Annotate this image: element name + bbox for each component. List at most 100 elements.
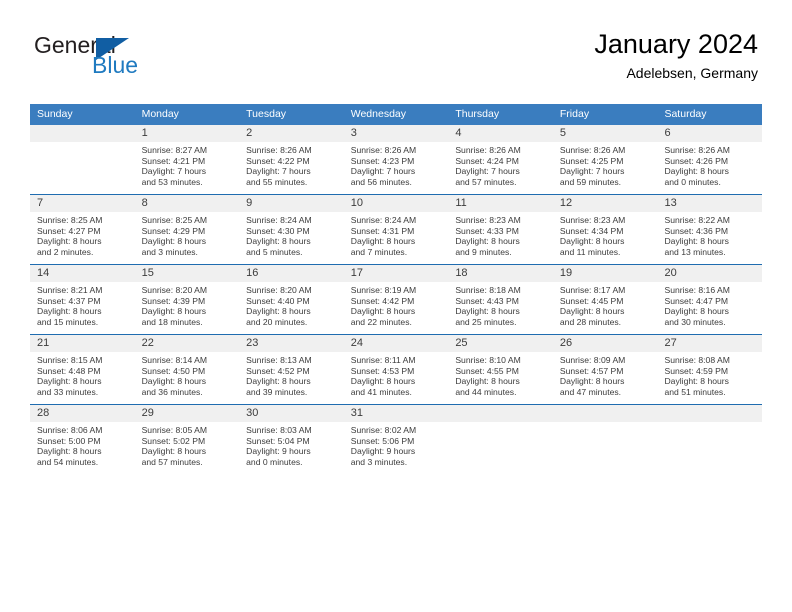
daylight-text-line2: and 36 minutes. bbox=[141, 386, 203, 397]
week-cells: 21 Sunrise: 8:15 AM Sunset: 4:48 PM Dayligh… bbox=[30, 335, 763, 404]
day-number: 13 bbox=[664, 197, 677, 209]
day-cell[interactable]: 19 Sunrise: 8:17 AM Sunset: 4:45 PM Dayligh… bbox=[552, 265, 658, 334]
day-number: 7 bbox=[37, 197, 44, 209]
day-details: Sunrise: 8:15 AM Sunset: 4:48 PM Daylight:… bbox=[30, 352, 135, 397]
day-number: 31 bbox=[350, 407, 363, 419]
day-cell[interactable]: 9 Sunrise: 8:24 AM Sunset: 4:30 PM Daylight… bbox=[239, 195, 344, 264]
day-cell[interactable]: 5 Sunrise: 8:26 AM Sunset: 4:25 PM Daylight… bbox=[552, 125, 658, 194]
sunrise-text: Sunrise: 8:06 AM bbox=[37, 425, 103, 435]
day-cell[interactable]: 2 Sunrise: 8:26 AM Sunset: 4:22 PM Daylight… bbox=[239, 125, 344, 194]
day-cell[interactable]: 29 Sunrise: 8:05 AM Sunset: 5:02 PM Dayligh… bbox=[134, 405, 240, 474]
day-cell[interactable]: 21 Sunrise: 8:15 AM Sunset: 4:48 PM Dayligh… bbox=[30, 335, 135, 404]
day-details: Sunrise: 8:02 AM Sunset: 5:06 PM Daylight:… bbox=[344, 422, 449, 467]
day-cell[interactable]: 28 Sunrise: 8:06 AM Sunset: 5:00 PM Dayligh… bbox=[30, 405, 135, 474]
day-cell[interactable]: 23 Sunrise: 8:13 AM Sunset: 4:52 PM Dayligh… bbox=[239, 335, 344, 404]
daylight-text-line2: and 3 minutes. bbox=[141, 246, 198, 257]
daylight-text-line1: Daylight: 8 hours bbox=[559, 306, 625, 317]
day-details: Sunrise: 8:05 AM Sunset: 5:02 PM Daylight:… bbox=[135, 422, 240, 467]
sunrise-text: Sunrise: 8:24 AM bbox=[350, 215, 417, 225]
day-number-band: 10 bbox=[343, 195, 449, 212]
daylight-text-line2: and 25 minutes. bbox=[455, 316, 517, 327]
day-number-band: 17 bbox=[343, 265, 449, 282]
daylight-text-line1: Daylight: 8 hours bbox=[246, 376, 311, 387]
daylight-text-line1: Daylight: 8 hours bbox=[559, 236, 625, 247]
daylight-text-line2: and 9 minutes. bbox=[455, 246, 512, 257]
daylight-text-line1: Daylight: 8 hours bbox=[141, 306, 207, 317]
sunrise-text: Sunrise: 8:23 AM bbox=[559, 215, 626, 225]
sunrise-text: Sunrise: 8:25 AM bbox=[141, 215, 208, 225]
day-cell[interactable]: 12 Sunrise: 8:23 AM Sunset: 4:34 PM Dayligh… bbox=[552, 195, 658, 264]
sunset-text: Sunset: 4:47 PM bbox=[664, 295, 729, 306]
sunset-text: Sunset: 5:04 PM bbox=[246, 435, 310, 446]
day-number-band: 23 bbox=[239, 335, 344, 352]
day-cell[interactable]: 3 Sunrise: 8:26 AM Sunset: 4:23 PM Daylight… bbox=[343, 125, 449, 194]
day-cell[interactable]: 18 Sunrise: 8:18 AM Sunset: 4:43 PM Dayligh… bbox=[448, 265, 553, 334]
sunset-text: Sunset: 4:43 PM bbox=[455, 295, 519, 306]
day-details: Sunrise: 8:25 AM Sunset: 4:29 PM Daylight:… bbox=[135, 212, 240, 257]
day-cell[interactable]: 6 Sunrise: 8:26 AM Sunset: 4:26 PM Daylight… bbox=[657, 125, 763, 194]
day-number-band: 11 bbox=[448, 195, 553, 212]
day-cell[interactable]: 25 Sunrise: 8:10 AM Sunset: 4:55 PM Dayligh… bbox=[448, 335, 553, 404]
sunset-text: Sunset: 4:40 PM bbox=[246, 295, 310, 306]
day-cell[interactable]: 24 Sunrise: 8:11 AM Sunset: 4:53 PM Dayligh… bbox=[343, 335, 449, 404]
page-header: General Blue January 2024 Adelebsen, Ger… bbox=[34, 28, 758, 90]
daylight-text-line2: and 11 minutes. bbox=[559, 246, 621, 257]
daylight-text-line2: and 53 minutes. bbox=[141, 176, 203, 187]
day-details: Sunrise: 8:08 AM Sunset: 4:59 PM Daylight:… bbox=[657, 352, 762, 397]
sunrise-text: Sunrise: 8:13 AM bbox=[246, 355, 312, 365]
weekday-header-monday: Monday bbox=[141, 108, 179, 120]
day-number-band: 28 bbox=[30, 405, 135, 422]
day-cell[interactable]: 17 Sunrise: 8:19 AM Sunset: 4:42 PM Dayligh… bbox=[343, 265, 449, 334]
sunset-text: Sunset: 4:22 PM bbox=[246, 155, 310, 166]
day-cell[interactable]: 11 Sunrise: 8:23 AM Sunset: 4:33 PM Dayligh… bbox=[448, 195, 553, 264]
sunset-text: Sunset: 4:21 PM bbox=[141, 155, 206, 166]
day-cell[interactable]: 26 Sunrise: 8:09 AM Sunset: 4:57 PM Dayligh… bbox=[552, 335, 658, 404]
day-cell[interactable]: 16 Sunrise: 8:20 AM Sunset: 4:40 PM Dayligh… bbox=[239, 265, 344, 334]
daylight-text-line2: and 47 minutes. bbox=[559, 386, 622, 397]
daylight-text-line1: Daylight: 8 hours bbox=[246, 306, 311, 317]
daylight-text-line1: Daylight: 8 hours bbox=[664, 306, 729, 317]
day-number-band: 31 bbox=[343, 405, 449, 422]
day-cell[interactable]: 14 Sunrise: 8:21 AM Sunset: 4:37 PM Dayligh… bbox=[30, 265, 135, 334]
sunset-text: Sunset: 4:27 PM bbox=[37, 225, 101, 236]
day-cell[interactable]: 20 Sunrise: 8:16 AM Sunset: 4:47 PM Dayligh… bbox=[657, 265, 763, 334]
sunset-text: Sunset: 5:00 PM bbox=[37, 435, 101, 446]
day-cell[interactable]: 4 Sunrise: 8:26 AM Sunset: 4:24 PM Daylight… bbox=[448, 125, 553, 194]
day-number-band: 26 bbox=[552, 335, 658, 352]
day-details: Sunrise: 8:26 AM Sunset: 4:25 PM Daylight:… bbox=[553, 142, 658, 187]
day-details: Sunrise: 8:20 AM Sunset: 4:40 PM Daylight:… bbox=[239, 282, 344, 327]
day-cell[interactable]: 30 Sunrise: 8:03 AM Sunset: 5:04 PM Dayligh… bbox=[239, 405, 344, 474]
day-details: Sunrise: 8:14 AM Sunset: 4:50 PM Daylight:… bbox=[135, 352, 240, 397]
day-number-band: 8 bbox=[134, 195, 240, 212]
sunrise-text: Sunrise: 8:02 AM bbox=[350, 425, 417, 435]
day-cell[interactable]: 31 Sunrise: 8:02 AM Sunset: 5:06 PM Dayligh… bbox=[343, 405, 449, 474]
sunrise-text: Sunrise: 8:22 AM bbox=[664, 215, 730, 225]
day-cell[interactable]: 7 Sunrise: 8:25 AM Sunset: 4:27 PM Daylight… bbox=[30, 195, 135, 264]
daylight-text-line2: and 0 minutes. bbox=[664, 176, 721, 187]
sunrise-text: Sunrise: 8:11 AM bbox=[350, 355, 416, 365]
day-cell[interactable]: 13 Sunrise: 8:22 AM Sunset: 4:36 PM Dayligh… bbox=[657, 195, 763, 264]
daylight-text-line2: and 5 minutes. bbox=[246, 246, 303, 257]
day-number-band: 2 bbox=[239, 125, 344, 142]
daylight-text-line2: and 22 minutes. bbox=[350, 316, 412, 327]
daylight-text-line2: and 41 minutes. bbox=[350, 386, 412, 397]
general-blue-logo[interactable]: General Blue bbox=[34, 32, 214, 88]
day-cell[interactable]: 1 Sunrise: 8:27 AM Sunset: 4:21 PM Daylight… bbox=[134, 125, 240, 194]
daylight-text-line1: Daylight: 8 hours bbox=[350, 306, 416, 317]
day-number-band: 21 bbox=[30, 335, 135, 352]
day-cell[interactable]: 22 Sunrise: 8:14 AM Sunset: 4:50 PM Dayligh… bbox=[134, 335, 240, 404]
day-cell[interactable]: 10 Sunrise: 8:24 AM Sunset: 4:31 PM Dayligh… bbox=[343, 195, 449, 264]
day-cell[interactable]: 8 Sunrise: 8:25 AM Sunset: 4:29 PM Daylight… bbox=[134, 195, 240, 264]
sunset-text: Sunset: 4:29 PM bbox=[141, 225, 206, 236]
week-cells: 1 Sunrise: 8:27 AM Sunset: 4:21 PM Daylight… bbox=[30, 125, 763, 194]
day-details: Sunrise: 8:26 AM Sunset: 4:23 PM Daylight:… bbox=[344, 142, 449, 187]
sunrise-text: Sunrise: 8:20 AM bbox=[246, 285, 312, 295]
day-number: 2 bbox=[246, 127, 253, 139]
sunrise-text: Sunrise: 8:15 AM bbox=[37, 355, 103, 365]
daylight-text-line2: and 18 minutes. bbox=[141, 316, 203, 327]
day-number-band: 20 bbox=[657, 265, 763, 282]
daylight-text-line2: and 2 minutes. bbox=[37, 246, 94, 257]
day-number: 20 bbox=[664, 267, 677, 279]
day-cell[interactable]: 27 Sunrise: 8:08 AM Sunset: 4:59 PM Dayligh… bbox=[657, 335, 763, 404]
day-cell[interactable]: 15 Sunrise: 8:20 AM Sunset: 4:39 PM Dayligh… bbox=[134, 265, 240, 334]
